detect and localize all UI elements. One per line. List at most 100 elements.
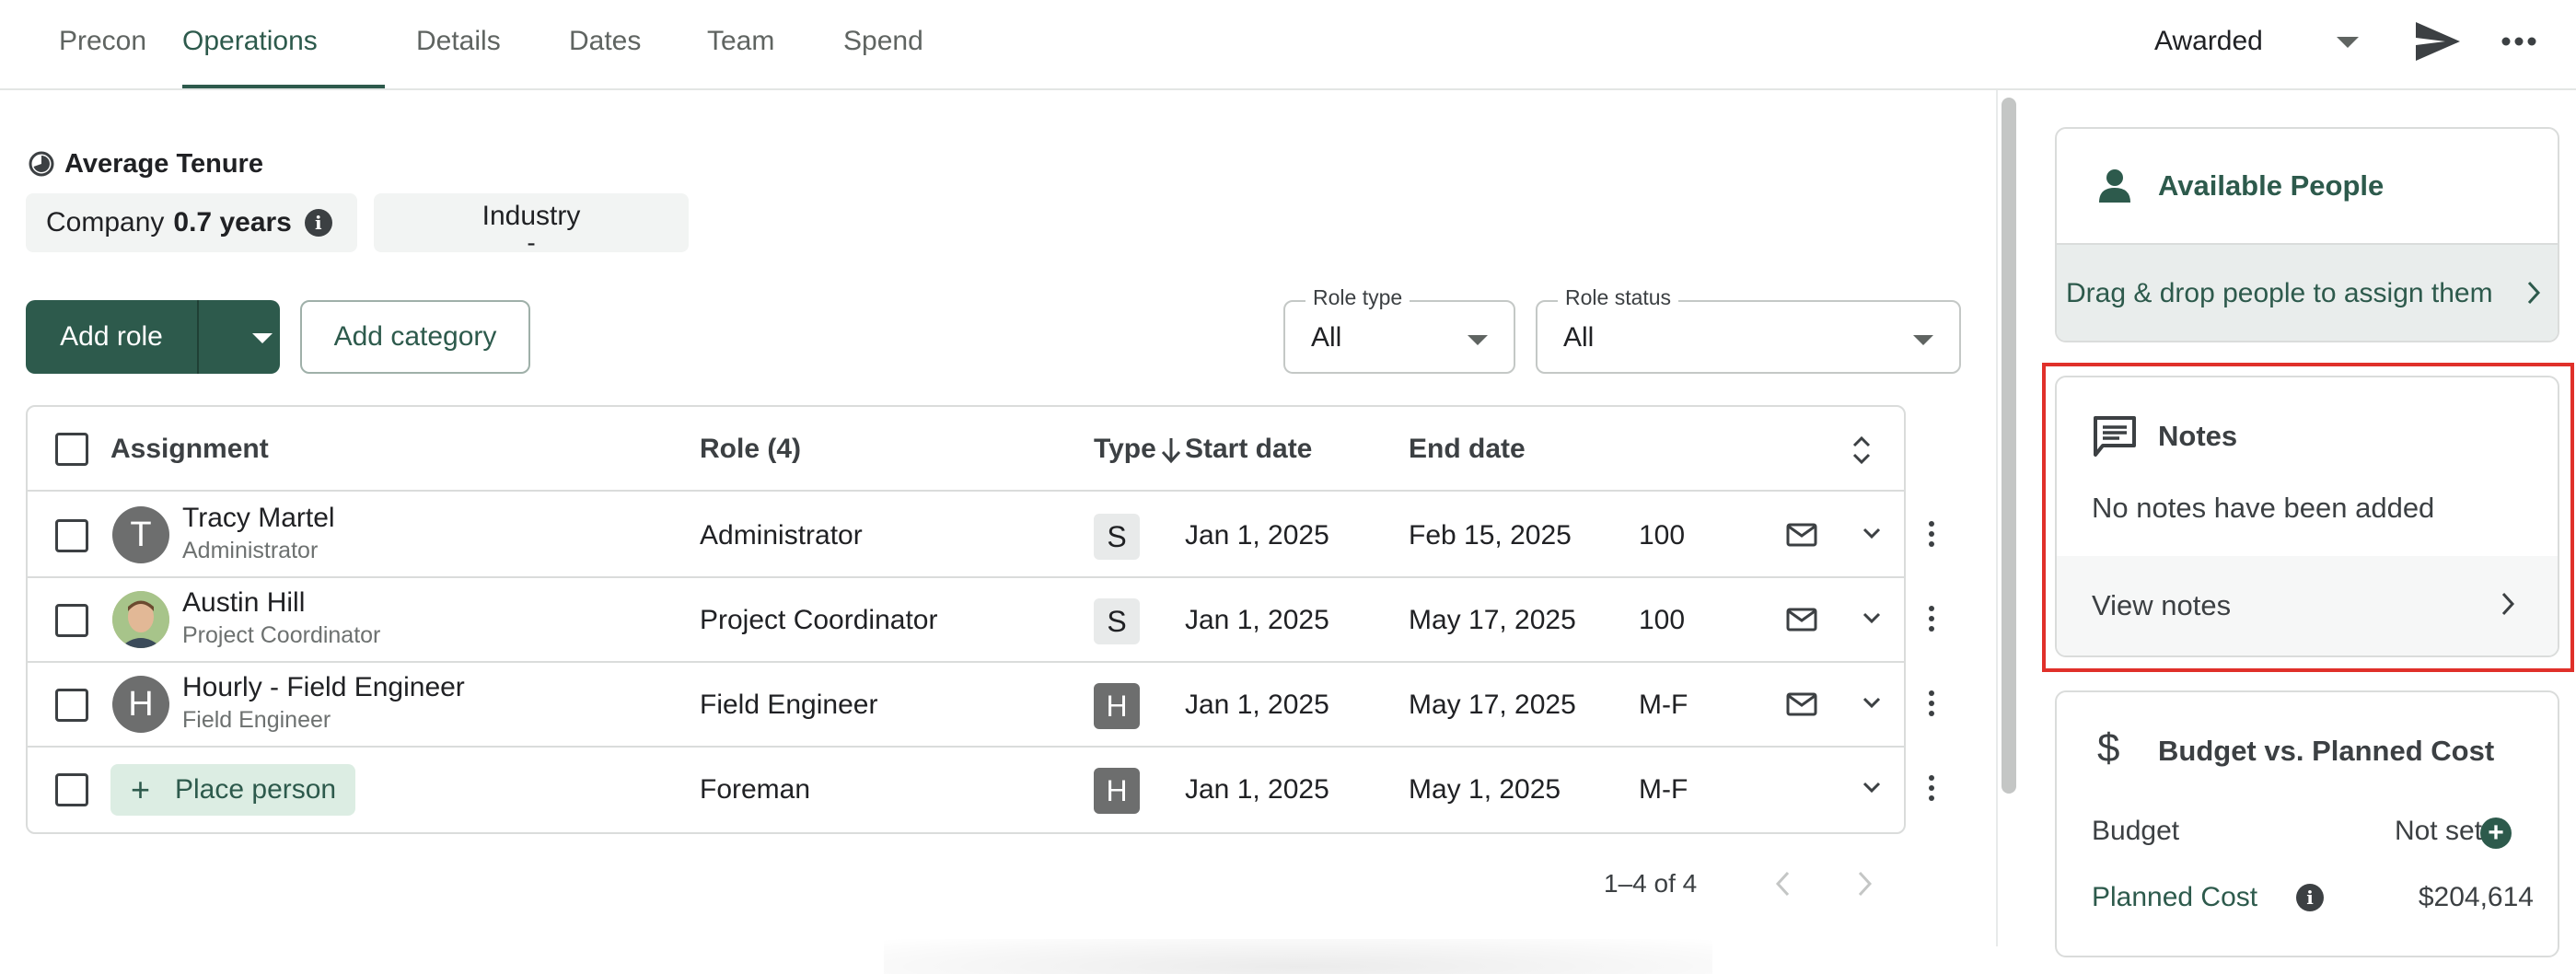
select-all-checkbox[interactable] [55, 433, 88, 466]
end-date-cell: May 17, 2025 [1409, 605, 1576, 635]
add-budget-icon[interactable]: + [2480, 817, 2512, 849]
role-cell: Project Coordinator [700, 605, 938, 635]
active-tab-indicator [182, 85, 385, 88]
average-tenure-heading: Average Tenure [28, 147, 263, 180]
end-date-cell: May 17, 2025 [1409, 690, 1576, 720]
send-icon[interactable] [2414, 20, 2462, 63]
add-category-button[interactable]: Add category [300, 300, 530, 374]
row-checkbox[interactable] [55, 773, 88, 806]
chevron-down-icon[interactable] [1862, 527, 1882, 541]
dollar-icon: $ [2097, 725, 2120, 771]
header-end-date[interactable]: End date [1409, 407, 1526, 492]
project-status-select[interactable]: Awarded [2154, 0, 2263, 83]
average-tenure-title: Average Tenure [64, 148, 263, 179]
available-people-card: Available People Drag & drop people to a… [2055, 127, 2559, 342]
top-tab-bar: Precon Operations Details Dates Team Spe… [0, 0, 2576, 90]
mail-icon[interactable] [1786, 523, 1817, 547]
person-name[interactable]: Hourly - Field Engineer [182, 670, 465, 705]
tab-precon[interactable]: Precon [59, 0, 146, 90]
header-role[interactable]: Role (4) [700, 407, 801, 492]
tenure-pie-icon [29, 151, 54, 177]
row-more-icon[interactable] [1924, 775, 1939, 806]
header-assignment[interactable]: Assignment [110, 407, 269, 492]
chevron-down-icon[interactable] [1862, 781, 1882, 795]
tab-spend[interactable]: Spend [843, 0, 923, 90]
start-date-cell: Jan 1, 2025 [1185, 774, 1329, 805]
add-role-menu-icon[interactable] [252, 333, 273, 343]
info-icon[interactable]: i [2296, 884, 2324, 911]
role-cell: Administrator [700, 520, 863, 551]
end-date-cell: May 1, 2025 [1409, 774, 1561, 805]
role-status-select[interactable]: Role status All [1536, 285, 1961, 374]
type-badge: S [1094, 598, 1140, 644]
role-type-label: Role type [1305, 285, 1410, 310]
allocation-cell: 100 [1639, 520, 1686, 551]
arrow-down-icon[interactable] [1160, 436, 1182, 464]
header-type[interactable]: Type [1094, 407, 1156, 492]
chevron-down-icon[interactable] [1862, 611, 1882, 626]
person-name[interactable]: Tracy Martel [182, 501, 335, 536]
avatar: T [112, 506, 169, 563]
available-people-title: Available People [2158, 169, 2385, 202]
company-tenure-chip: Company 0.7 years i [26, 193, 357, 252]
mail-icon[interactable] [1786, 692, 1817, 716]
planned-cost-row: Planned Cost i $204,614 [2092, 882, 2534, 919]
planned-cost-label[interactable]: Planned Cost [2092, 882, 2257, 913]
allocation-cell: M-F [1639, 690, 1688, 720]
table-row[interactable]: H Hourly - Field Engineer Field Engineer… [28, 663, 1904, 748]
chevron-down-icon[interactable] [1862, 696, 1882, 711]
row-more-icon[interactable] [1924, 606, 1939, 637]
company-label: Company [46, 207, 165, 238]
tab-team[interactable]: Team [707, 0, 774, 90]
budget-value: Not set [2394, 816, 2482, 846]
row-more-icon[interactable] [1924, 690, 1939, 722]
info-icon[interactable]: i [304, 209, 332, 237]
row-more-icon[interactable] [1924, 521, 1939, 552]
role-status-label: Role status [1558, 285, 1679, 310]
person-name[interactable]: Austin Hill [182, 586, 305, 620]
available-people-header[interactable]: Available People [2057, 129, 2558, 243]
avatar: H [112, 676, 169, 733]
industry-label: Industry [482, 201, 581, 231]
table-row[interactable]: T Tracy Martel Administrator Administrat… [28, 493, 1904, 578]
roles-table: Assignment Role (4) Type Start date End … [26, 405, 1906, 834]
row-checkbox[interactable] [55, 689, 88, 722]
row-checkbox[interactable] [55, 604, 88, 637]
add-role-button[interactable]: Add role [26, 300, 197, 374]
drag-drop-hint[interactable]: Drag & drop people to assign them [2057, 243, 2558, 341]
chevron-left-icon[interactable] [1770, 867, 1797, 900]
drag-drop-text: Drag & drop people to assign them [2066, 278, 2493, 308]
scrollbar-thumb[interactable] [2002, 98, 2016, 794]
role-type-select[interactable]: Role type All [1283, 285, 1515, 374]
mail-icon[interactable] [1786, 608, 1817, 632]
pagination-range: 1–4 of 4 [1604, 869, 1698, 898]
table-row[interactable]: + Place person Foreman H Jan 1, 2025 May… [28, 748, 1904, 832]
role-status-value: All [1563, 322, 1595, 353]
budget-row: Budget Not set [2092, 816, 2534, 852]
place-person-button[interactable]: + Place person [110, 764, 355, 816]
unfold-icon[interactable] [1851, 435, 1873, 466]
role-cell: Field Engineer [700, 690, 878, 720]
tab-operations[interactable]: Operations [182, 0, 318, 90]
plus-icon: + [131, 771, 151, 808]
bottom-shadow [884, 939, 1712, 974]
budget-card-title: Budget vs. Planned Cost [2158, 735, 2495, 767]
tab-dates[interactable]: Dates [569, 0, 641, 90]
row-checkbox[interactable] [55, 519, 88, 552]
header-start-date[interactable]: Start date [1185, 407, 1312, 492]
more-horizontal-icon[interactable] [2501, 28, 2537, 55]
chevron-right-icon[interactable] [1851, 867, 1878, 900]
table-row[interactable]: Austin Hill Project Coordinator Project … [28, 578, 1904, 663]
start-date-cell: Jan 1, 2025 [1185, 520, 1329, 551]
allocation-cell: M-F [1639, 774, 1688, 805]
chevron-down-icon [1913, 335, 1933, 345]
planned-cost-value: $204,614 [2418, 882, 2534, 912]
type-badge: H [1094, 768, 1140, 814]
tab-details[interactable]: Details [416, 0, 501, 90]
industry-tenure-value: - [527, 228, 536, 257]
start-date-cell: Jan 1, 2025 [1185, 605, 1329, 635]
chevron-down-icon[interactable] [2337, 37, 2359, 48]
budget-label: Budget [2092, 816, 2180, 846]
industry-tenure-chip: Industry - [374, 193, 689, 256]
table-header: Assignment Role (4) Type Start date End … [28, 407, 1904, 492]
